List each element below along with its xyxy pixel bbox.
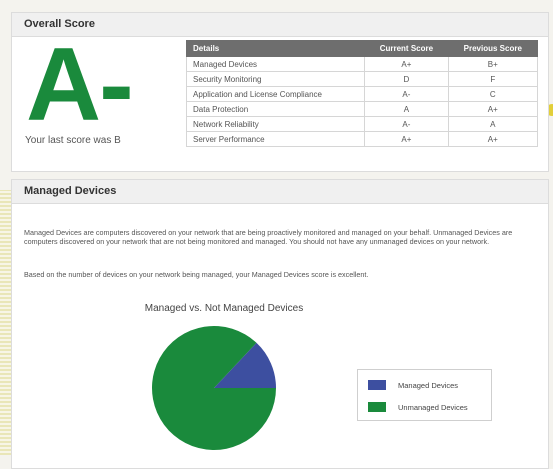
overall-score-panel: Overall Score A- Your last score was B D… <box>11 12 549 172</box>
managed-devices-description: Managed Devices are computers discovered… <box>24 228 513 246</box>
chart-title: Managed vs. Not Managed Devices <box>144 303 304 314</box>
current-score-cell: A+ <box>364 131 449 147</box>
chart-legend: Managed Devices Unmanaged Devices <box>357 369 492 421</box>
managed-devices-pie-chart <box>151 326 276 450</box>
table-row: Server Performance A+ A+ <box>185 131 539 147</box>
legend-swatch-managed <box>368 380 386 390</box>
detail-cell: Data Protection <box>185 101 366 117</box>
managed-devices-header: Managed Devices <box>12 180 548 204</box>
current-score-cell: D <box>364 71 449 87</box>
current-score-column-header: Current Score <box>364 40 449 57</box>
detail-cell: Security Monitoring <box>185 71 366 87</box>
table-row: Security Monitoring D F <box>185 71 539 87</box>
table-row: Managed Devices A+ B+ <box>185 56 539 72</box>
last-score-text: Your last score was B <box>25 135 121 146</box>
overall-grade: A- <box>26 27 134 143</box>
current-score-cell: A <box>364 101 449 117</box>
previous-score-cell: B+ <box>447 56 539 72</box>
previous-score-column-header: Previous Score <box>447 40 539 57</box>
previous-score-cell: F <box>447 71 539 87</box>
current-score-cell: A+ <box>364 56 449 72</box>
detail-cell: Network Reliability <box>185 116 366 132</box>
previous-score-cell: A+ <box>447 101 539 117</box>
previous-score-cell: C <box>447 86 539 102</box>
table-row: Network Reliability A- A <box>185 116 539 132</box>
legend-label-managed: Managed Devices <box>398 381 459 390</box>
detail-cell: Managed Devices <box>185 56 366 72</box>
detail-cell: Application and License Compliance <box>185 86 366 102</box>
current-score-cell: A- <box>364 116 449 132</box>
table-row: Data Protection A A+ <box>185 101 539 117</box>
managed-devices-panel: Managed Devices Managed Devices are comp… <box>11 179 549 469</box>
detail-cell: Server Performance <box>185 131 366 147</box>
current-score-cell: A- <box>364 86 449 102</box>
legend-label-unmanaged: Unmanaged Devices <box>398 403 468 412</box>
table-row: Application and License Compliance A- C <box>185 86 539 102</box>
previous-score-cell: A <box>447 116 539 132</box>
score-details-table: Details Current Score Previous Score Man… <box>185 40 539 147</box>
legend-swatch-unmanaged <box>368 402 386 412</box>
details-column-header: Details <box>185 40 366 57</box>
managed-devices-score-summary: Based on the number of devices on your n… <box>24 270 369 279</box>
previous-score-cell: A+ <box>447 131 539 147</box>
table-header-row: Details Current Score Previous Score <box>185 40 539 57</box>
